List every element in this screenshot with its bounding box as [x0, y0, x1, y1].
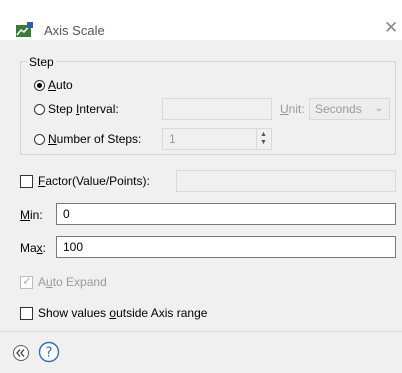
step-interval-input[interactable] [162, 98, 272, 120]
svg-text:?: ? [46, 346, 53, 361]
unit-select[interactable]: Seconds ⌄ [309, 98, 390, 120]
factor-input[interactable] [176, 170, 396, 192]
chevron-down-icon: ⌄ [374, 103, 383, 114]
step-group-label: Step [27, 55, 56, 69]
step-interval-radio[interactable] [34, 104, 45, 115]
radio-selected-dot [37, 83, 42, 88]
spin-down-icon[interactable]: ▼ [260, 139, 267, 146]
help-icon[interactable]: ? [38, 341, 60, 363]
number-of-steps-spinner[interactable]: ▲ ▼ [256, 129, 271, 149]
chart-icon [16, 22, 33, 37]
min-label: Min: [20, 208, 43, 222]
auto-expand-checkbox[interactable]: ✓ [20, 274, 33, 289]
factor-checkbox[interactable] [20, 175, 33, 188]
check-icon: ✓ [22, 274, 33, 288]
factor-label[interactable]: Factor(Value/Points): [38, 174, 150, 188]
auto-radio[interactable] [34, 80, 45, 91]
step-interval-label[interactable]: Step Interval: [48, 102, 119, 116]
number-of-steps-label[interactable]: Number of Steps: [48, 132, 141, 146]
spin-up-icon[interactable]: ▲ [260, 131, 267, 138]
number-of-steps-input[interactable]: 1 ▲ ▼ [162, 128, 272, 150]
unit-label: Unit: [280, 102, 305, 116]
max-label: Max: [20, 241, 47, 255]
close-icon[interactable]: ✕ [384, 19, 398, 36]
auto-label[interactable]: Auto [48, 78, 73, 92]
number-of-steps-radio[interactable] [34, 134, 45, 145]
dialog-footer [0, 331, 402, 373]
auto-expand-label[interactable]: Auto Expand [38, 275, 107, 289]
show-outside-checkbox[interactable] [20, 307, 33, 320]
max-input[interactable]: 100 [56, 236, 396, 258]
window-title: Axis Scale [44, 23, 105, 38]
min-input[interactable]: 0 [56, 203, 396, 225]
show-outside-label[interactable]: Show values outside Axis range [38, 306, 207, 320]
double-chevron-left-icon[interactable] [12, 344, 30, 362]
